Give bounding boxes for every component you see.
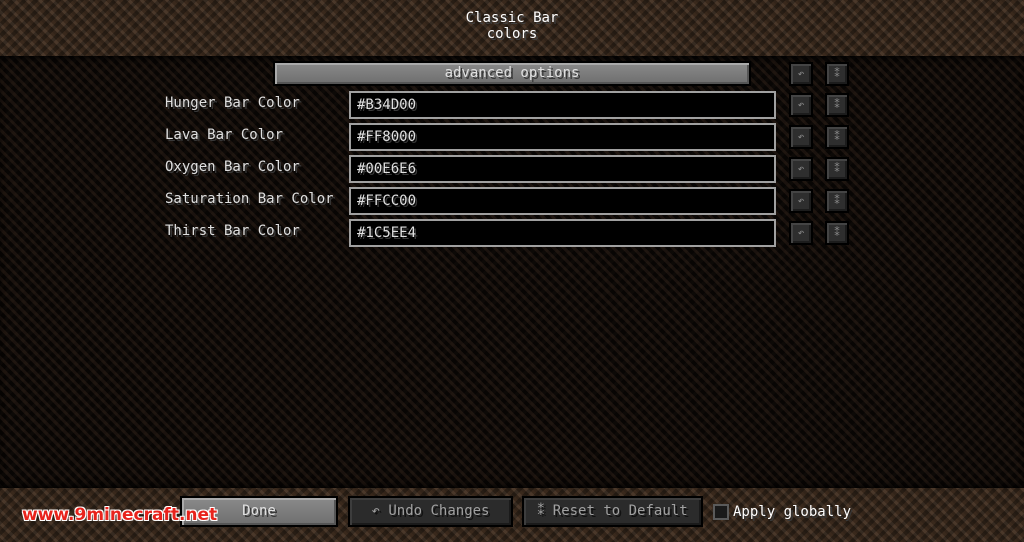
title-line-2: colors [486,26,538,42]
lava-bar-color-input[interactable]: #FF8000 [349,123,776,151]
reset-icon[interactable]: ⁑ [825,125,849,149]
reset-icon[interactable]: ⁑ [825,221,849,245]
lava-bar-color-label: Lava Bar Color [165,127,284,143]
hunger-bar-color-input[interactable]: #B34D00 [349,91,776,119]
thirst-bar-color-input[interactable]: #1C5EE4 [349,219,776,247]
oxygen-bar-color-label: Oxygen Bar Color [165,159,300,175]
watermark-text: www.9minecraft.net [22,505,218,525]
undo-changes-button[interactable]: ↶ Undo Changes [348,496,513,527]
undo-icon[interactable]: ↶ [789,157,813,181]
thirst-bar-color-label: Thirst Bar Color [165,223,300,239]
reset-icon[interactable]: ⁑ [825,189,849,213]
undo-icon[interactable]: ↶ [789,62,813,86]
hunger-bar-color-label: Hunger Bar Color [165,95,300,111]
reset-to-default-button[interactable]: ⁑ Reset to Default [522,496,703,527]
apply-globally-label[interactable]: Apply globally [733,504,851,520]
reset-icon[interactable]: ⁑ [825,157,849,181]
saturation-bar-color-input[interactable]: #FFCC00 [349,187,776,215]
page-title: Classic Bar colors [0,10,1024,42]
advanced-options-button[interactable]: advanced options [273,61,751,86]
reset-icon[interactable]: ⁑ [825,93,849,117]
title-line-1: Classic Bar [465,10,559,26]
undo-icon[interactable]: ↶ [789,125,813,149]
undo-icon[interactable]: ↶ [789,189,813,213]
undo-icon[interactable]: ↶ [789,221,813,245]
oxygen-bar-color-input[interactable]: #00E6E6 [349,155,776,183]
reset-icon[interactable]: ⁑ [825,62,849,86]
undo-icon[interactable]: ↶ [789,93,813,117]
saturation-bar-color-label: Saturation Bar Color [165,191,334,207]
config-list[interactable] [0,56,1024,488]
apply-globally-checkbox[interactable] [713,504,729,520]
